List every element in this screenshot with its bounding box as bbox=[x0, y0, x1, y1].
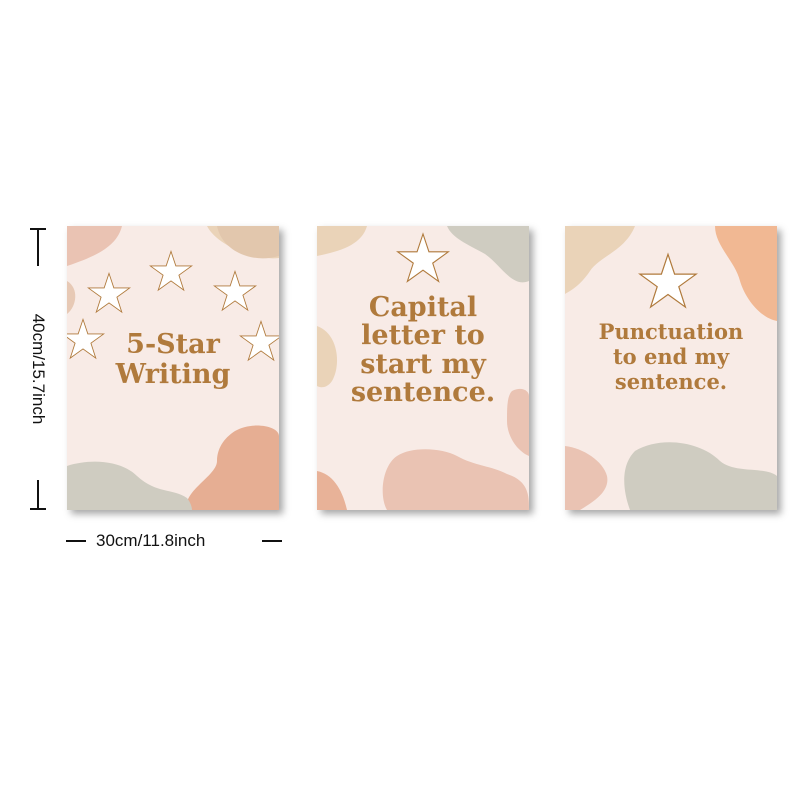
poster-capital-letter: Capital letter to start my sentence. bbox=[317, 226, 529, 510]
poster-punctuation: Punctuation to end my sentence. bbox=[565, 226, 777, 510]
poster-5-star-writing: 5-Star Writing bbox=[67, 226, 279, 510]
star-icon bbox=[213, 270, 257, 312]
height-label: 40cm/15.7inch bbox=[29, 313, 48, 425]
poster-title: Punctuation to end my sentence. bbox=[598, 319, 744, 394]
poster-title: Capital letter to start my sentence. bbox=[350, 292, 496, 409]
star-icon bbox=[149, 250, 193, 292]
star-icon bbox=[638, 252, 698, 309]
poster-title: 5-Star Writing bbox=[115, 329, 231, 391]
width-label: 30cm/11.8inch bbox=[96, 531, 206, 550]
star-icon bbox=[87, 272, 131, 314]
height-dimension: 40cm/15.7inch bbox=[28, 228, 48, 510]
width-dimension: 30cm/11.8inch bbox=[66, 530, 282, 554]
star-icon bbox=[396, 232, 450, 283]
